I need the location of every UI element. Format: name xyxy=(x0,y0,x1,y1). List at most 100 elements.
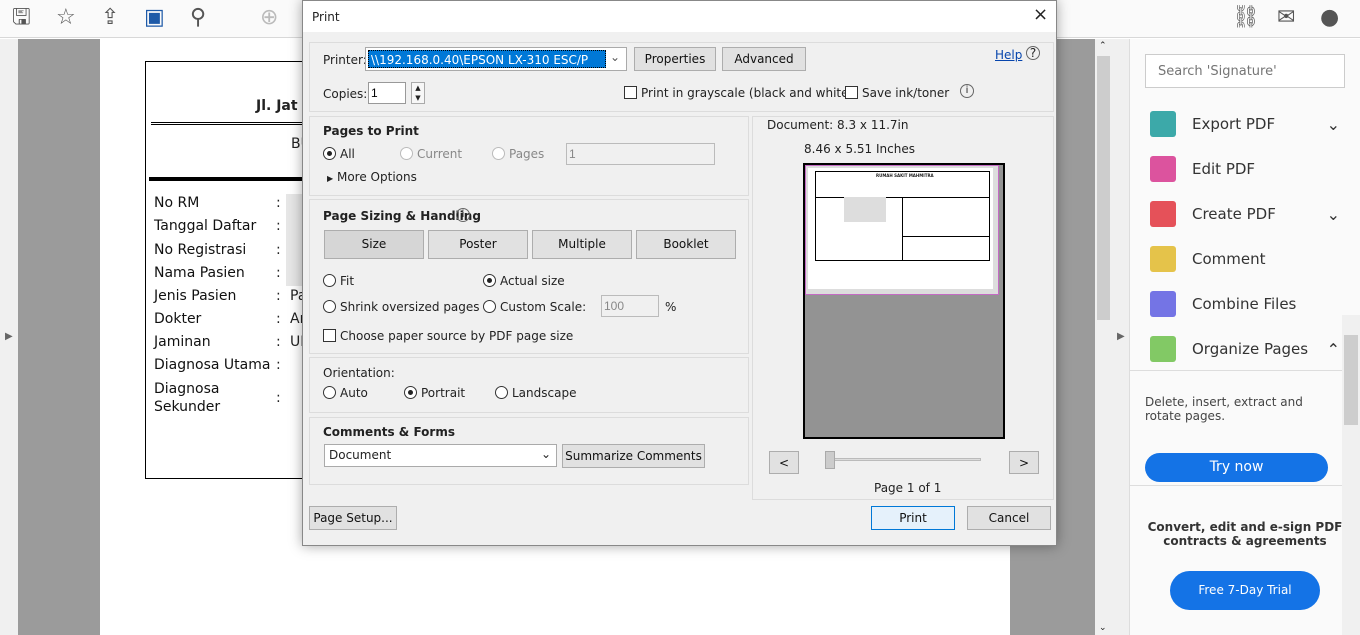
mail-icon[interactable]: ✉ xyxy=(1277,4,1295,32)
document-size: Document: 8.3 x 11.7in xyxy=(767,118,909,132)
multiple-button[interactable]: Multiple xyxy=(532,230,632,259)
save-ink-checkbox[interactable]: Save ink/toner xyxy=(845,86,949,100)
doc-header: Jl. Jat xyxy=(256,98,298,114)
field-label: Jaminan xyxy=(154,334,211,350)
field-label: No Registrasi xyxy=(154,242,247,258)
tool-organize-pages[interactable]: Organize Pages ⌃ xyxy=(1150,329,1340,369)
copies-label: Copies: xyxy=(323,87,368,101)
poster-button[interactable]: Poster xyxy=(428,230,528,259)
field-colon: : xyxy=(276,195,281,211)
properties-button[interactable]: Properties xyxy=(634,47,716,71)
preview-title: RUMAH SAKIT MAHMITRA xyxy=(876,173,934,178)
pages-range-input[interactable] xyxy=(566,143,715,165)
tool-edit-pdf[interactable]: Edit PDF xyxy=(1150,149,1340,189)
tool-label: Export PDF xyxy=(1192,115,1276,133)
printer-select[interactable]: \\192.168.0.40\EPSON LX-310 ESC/P ⌄ xyxy=(365,47,627,71)
print-icon[interactable]: ▣ xyxy=(144,4,165,32)
page-slider-handle[interactable] xyxy=(825,451,835,469)
radio-all[interactable]: All xyxy=(323,147,355,161)
cancel-button[interactable]: Cancel xyxy=(967,506,1051,530)
custom-scale-input[interactable] xyxy=(601,295,659,317)
create-pdf-icon xyxy=(1150,201,1176,227)
paper-size: 8.46 x 5.51 Inches xyxy=(804,142,915,156)
size-button[interactable]: Size xyxy=(324,230,424,259)
chevron-down-icon: ⌄ xyxy=(610,50,621,64)
scrollbar-thumb[interactable] xyxy=(1097,56,1110,320)
star-icon[interactable]: ☆ xyxy=(56,4,76,32)
chevron-icon[interactable]: ⌄ xyxy=(1327,205,1340,224)
booklet-button[interactable]: Booklet xyxy=(636,230,736,259)
pages-to-print-group: Pages to Print All Current Pages ▶ More … xyxy=(309,116,749,196)
promo-text: Convert, edit and e-sign PDF contracts &… xyxy=(1147,520,1343,548)
free-trial-button[interactable]: Free 7-Day Trial xyxy=(1170,571,1320,610)
export-pdf-icon xyxy=(1150,111,1176,137)
paper-source-checkbox[interactable]: Choose paper source by PDF page size xyxy=(323,329,573,343)
next-page-button[interactable]: > xyxy=(1009,451,1039,474)
field-label: No RM xyxy=(154,195,200,211)
left-panel-toggle[interactable]: ▶ xyxy=(0,39,18,635)
page-sizing-group: Page Sizing & Handling i Size Poster Mul… xyxy=(309,199,749,354)
page-setup-button[interactable]: Page Setup... xyxy=(309,506,397,530)
radio-landscape[interactable]: Landscape xyxy=(495,386,576,400)
search-zoom-icon[interactable]: ⚲ xyxy=(190,4,206,32)
copies-input[interactable] xyxy=(368,82,406,104)
percent-label: % xyxy=(665,300,677,314)
field-label: Tanggal Daftar xyxy=(154,218,257,234)
document-form: Jl. Jat BU No RM : Tanggal Daftar : No R… xyxy=(145,61,326,479)
summarize-comments-button[interactable]: Summarize Comments xyxy=(562,444,705,468)
tool-comment[interactable]: Comment xyxy=(1150,239,1340,279)
radio-fit[interactable]: Fit xyxy=(323,274,354,288)
chevron-icon[interactable]: ⌃ xyxy=(1327,340,1340,359)
tool-combine-files[interactable]: Combine Files xyxy=(1150,284,1340,324)
tool-label: Organize Pages xyxy=(1192,340,1309,358)
field-colon: : xyxy=(276,242,281,258)
printer-group: Printer: \\192.168.0.40\EPSON LX-310 ESC… xyxy=(309,42,1054,112)
tool-label: Create PDF xyxy=(1192,205,1276,223)
help-icon[interactable]: ? xyxy=(1026,46,1040,60)
field-colon: : xyxy=(276,334,281,350)
tool-label: Comment xyxy=(1192,250,1266,268)
radio-pages[interactable]: Pages xyxy=(492,147,544,161)
field-colon: : xyxy=(276,265,281,281)
tool-export-pdf[interactable]: Export PDF ⌄ xyxy=(1150,104,1340,144)
advanced-button[interactable]: Advanced xyxy=(722,47,806,71)
print-button[interactable]: Print xyxy=(871,506,955,530)
upload-cloud-icon[interactable]: ⇪ xyxy=(101,4,119,32)
radio-shrink[interactable]: Shrink oversized pages xyxy=(323,300,480,314)
printer-label: Printer: xyxy=(323,53,367,67)
copies-stepper[interactable]: ▲ ▼ xyxy=(411,82,425,104)
page-indicator: Page 1 of 1 xyxy=(874,481,942,495)
dialog-titlebar: Print × xyxy=(303,1,1056,32)
radio-current[interactable]: Current xyxy=(400,147,462,161)
share-link-icon[interactable]: ⛓ xyxy=(1232,4,1260,32)
close-icon[interactable]: × xyxy=(1033,4,1048,25)
radio-portrait[interactable]: Portrait xyxy=(404,386,465,400)
search-signature-input[interactable] xyxy=(1145,54,1345,88)
radio-custom-scale[interactable]: Custom Scale: xyxy=(483,300,586,314)
radio-actual-size[interactable]: Actual size xyxy=(483,274,565,288)
prev-page-button[interactable]: < xyxy=(769,451,799,474)
info-icon[interactable]: i xyxy=(960,84,974,98)
comments-forms-group: Comments & Forms Document ⌄ Summarize Com… xyxy=(309,417,749,485)
info-icon[interactable]: i xyxy=(456,208,470,222)
help-link[interactable]: Help xyxy=(995,48,1022,62)
tools-scrollbar[interactable] xyxy=(1342,315,1360,635)
try-now-button[interactable]: Try now xyxy=(1145,453,1328,482)
comment-icon xyxy=(1150,246,1176,272)
add-user-icon[interactable]: ● xyxy=(1320,4,1339,32)
page-slider[interactable] xyxy=(829,458,981,461)
field-colon: : xyxy=(276,390,281,406)
comments-title: Comments & Forms xyxy=(323,425,455,439)
save-icon[interactable]: 🖫 xyxy=(12,4,31,32)
grayscale-checkbox[interactable]: Print in grayscale (black and white) xyxy=(624,86,853,100)
print-preview: RUMAH SAKIT MAHMITRA xyxy=(803,163,1005,439)
page-up-icon[interactable]: ⊕ xyxy=(260,4,278,32)
right-panel-toggle[interactable]: ▶ xyxy=(1112,39,1130,635)
chevron-icon[interactable]: ⌄ xyxy=(1327,115,1340,134)
tool-create-pdf[interactable]: Create PDF ⌄ xyxy=(1150,194,1340,234)
field-colon: : xyxy=(276,311,281,327)
print-dialog: Print × Printer: \\192.168.0.40\EPSON LX… xyxy=(302,0,1057,546)
comments-select[interactable]: Document ⌄ xyxy=(324,444,557,467)
more-options-toggle[interactable]: ▶ More Options xyxy=(327,170,417,184)
radio-auto[interactable]: Auto xyxy=(323,386,368,400)
